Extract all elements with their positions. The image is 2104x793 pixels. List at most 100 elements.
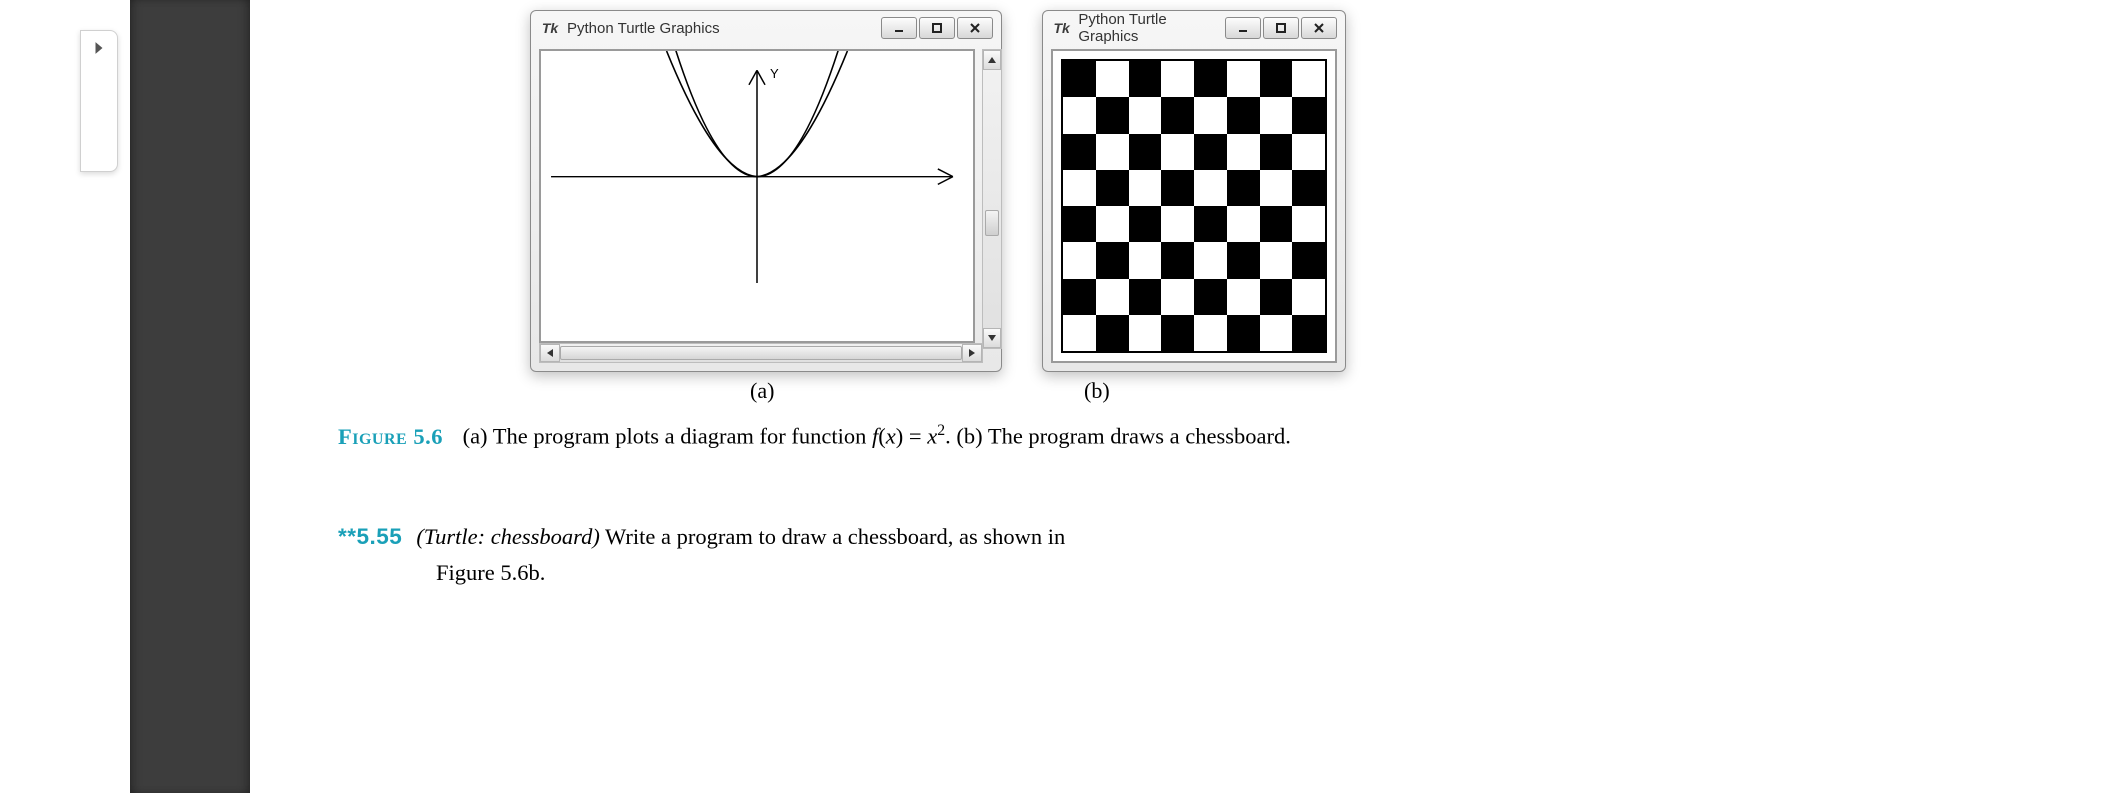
- chessboard-square: [1194, 206, 1227, 242]
- caption-text-a-prefix: (a) The program plots a diagram for func…: [463, 424, 872, 449]
- chessboard-square: [1129, 134, 1162, 170]
- subfigure-label-a: (a): [750, 378, 774, 404]
- chessboard-square: [1292, 315, 1325, 351]
- chessboard-square: [1161, 170, 1194, 206]
- chessboard-square: [1096, 279, 1129, 315]
- chessboard-square: [1260, 206, 1293, 242]
- exercise-5-55: **5.55 (Turtle: chessboard) Write a progr…: [338, 520, 1594, 590]
- window-title: Python Turtle Graphics: [567, 20, 720, 37]
- titlebar: Tk Python Turtle Graphics: [531, 11, 1001, 45]
- close-button[interactable]: [957, 17, 993, 39]
- chessboard-square: [1063, 170, 1096, 206]
- chessboard-square: [1194, 170, 1227, 206]
- chessboard-square: [1096, 170, 1129, 206]
- chessboard-square: [1161, 134, 1194, 170]
- chessboard-square: [1129, 170, 1162, 206]
- chessboard-square: [1129, 279, 1162, 315]
- turtle-app-icon: Tk: [541, 19, 559, 37]
- turtle-window-parabola: Tk Python Turtle Graphics: [530, 10, 1002, 372]
- chessboard-square: [1096, 134, 1129, 170]
- chessboard-square: [1161, 97, 1194, 133]
- window-title: Python Turtle Graphics: [1078, 11, 1225, 45]
- chessboard-square: [1063, 242, 1096, 278]
- chessboard-square: [1227, 242, 1260, 278]
- scroll-right-icon[interactable]: [962, 344, 982, 362]
- chessboard-square: [1063, 279, 1096, 315]
- exercise-body-line2: Figure 5.6b.: [436, 556, 1594, 590]
- minimize-button[interactable]: [1225, 17, 1261, 39]
- chessboard-square: [1161, 206, 1194, 242]
- vertical-scrollbar[interactable]: [982, 49, 1002, 349]
- horizontal-scrollbar[interactable]: [539, 343, 983, 363]
- close-button[interactable]: [1301, 17, 1337, 39]
- minimize-button[interactable]: [881, 17, 917, 39]
- turtle-window-chessboard: Tk Python Turtle Graphics: [1042, 10, 1346, 372]
- scrollbar-track[interactable]: [560, 346, 962, 360]
- chessboard: [1061, 59, 1327, 353]
- chessboard-square: [1292, 206, 1325, 242]
- chessboard-square: [1129, 206, 1162, 242]
- caption-fx-open: (: [878, 424, 886, 449]
- caption-text-a-suffix: . (b) The program draws a chessboard.: [945, 424, 1291, 449]
- chessboard-square: [1194, 97, 1227, 133]
- chevron-right-icon: [93, 41, 105, 60]
- chessboard-square: [1227, 134, 1260, 170]
- page-content: Tk Python Turtle Graphics: [250, 0, 2104, 793]
- chessboard-square: [1063, 134, 1096, 170]
- scroll-left-icon[interactable]: [540, 344, 560, 362]
- chessboard-square: [1260, 97, 1293, 133]
- chessboard-square: [1292, 97, 1325, 133]
- chessboard-square: [1260, 134, 1293, 170]
- chessboard-square: [1161, 61, 1194, 97]
- chessboard-square: [1161, 242, 1194, 278]
- chessboard-square: [1227, 61, 1260, 97]
- chessboard-square: [1260, 242, 1293, 278]
- parabola-plot: Y: [541, 51, 973, 341]
- chessboard-square: [1227, 170, 1260, 206]
- exercise-title: (Turtle: chessboard): [416, 524, 600, 549]
- chessboard-square: [1063, 61, 1096, 97]
- chessboard-square: [1260, 170, 1293, 206]
- figure-label: Figure 5.6: [338, 424, 443, 449]
- chessboard-square: [1063, 315, 1096, 351]
- subfigure-label-b: (b): [1084, 378, 1110, 404]
- chessboard-square: [1096, 242, 1129, 278]
- turtle-app-icon: Tk: [1053, 19, 1070, 37]
- chessboard-square: [1260, 279, 1293, 315]
- caption-eq: =: [903, 424, 927, 449]
- chessboard-square: [1227, 206, 1260, 242]
- plot-canvas: Y: [539, 49, 975, 343]
- exercise-number: **5.55: [338, 524, 402, 549]
- chessboard-square: [1292, 134, 1325, 170]
- scrollbar-thumb[interactable]: [985, 210, 999, 236]
- chessboard-square: [1161, 279, 1194, 315]
- chessboard-square: [1260, 315, 1293, 351]
- chessboard-square: [1227, 97, 1260, 133]
- chessboard-square: [1292, 242, 1325, 278]
- pdf-sidebar: [130, 0, 250, 793]
- chessboard-square: [1292, 170, 1325, 206]
- chessboard-square: [1194, 134, 1227, 170]
- chessboard-square: [1096, 61, 1129, 97]
- scroll-up-icon[interactable]: [983, 50, 1001, 70]
- figure-caption: Figure 5.6 (a) The program plots a diagr…: [338, 420, 2064, 452]
- chessboard-square: [1260, 61, 1293, 97]
- caption-fx-x: x: [886, 424, 896, 449]
- scroll-down-icon[interactable]: [983, 328, 1001, 348]
- chessboard-square: [1194, 315, 1227, 351]
- caption-rhs-x: x: [927, 424, 937, 449]
- maximize-button[interactable]: [919, 17, 955, 39]
- sidebar-expand-tab[interactable]: [80, 30, 118, 172]
- chessboard-square: [1161, 315, 1194, 351]
- chessboard-square: [1096, 97, 1129, 133]
- chessboard-square: [1096, 206, 1129, 242]
- maximize-button[interactable]: [1263, 17, 1299, 39]
- exercise-body-line1: Write a program to draw a chessboard, as…: [600, 524, 1065, 549]
- chessboard-square: [1292, 279, 1325, 315]
- chessboard-square: [1194, 242, 1227, 278]
- chessboard-square: [1227, 315, 1260, 351]
- chessboard-square: [1063, 206, 1096, 242]
- chessboard-square: [1194, 279, 1227, 315]
- chessboard-square: [1194, 61, 1227, 97]
- chessboard-square: [1096, 315, 1129, 351]
